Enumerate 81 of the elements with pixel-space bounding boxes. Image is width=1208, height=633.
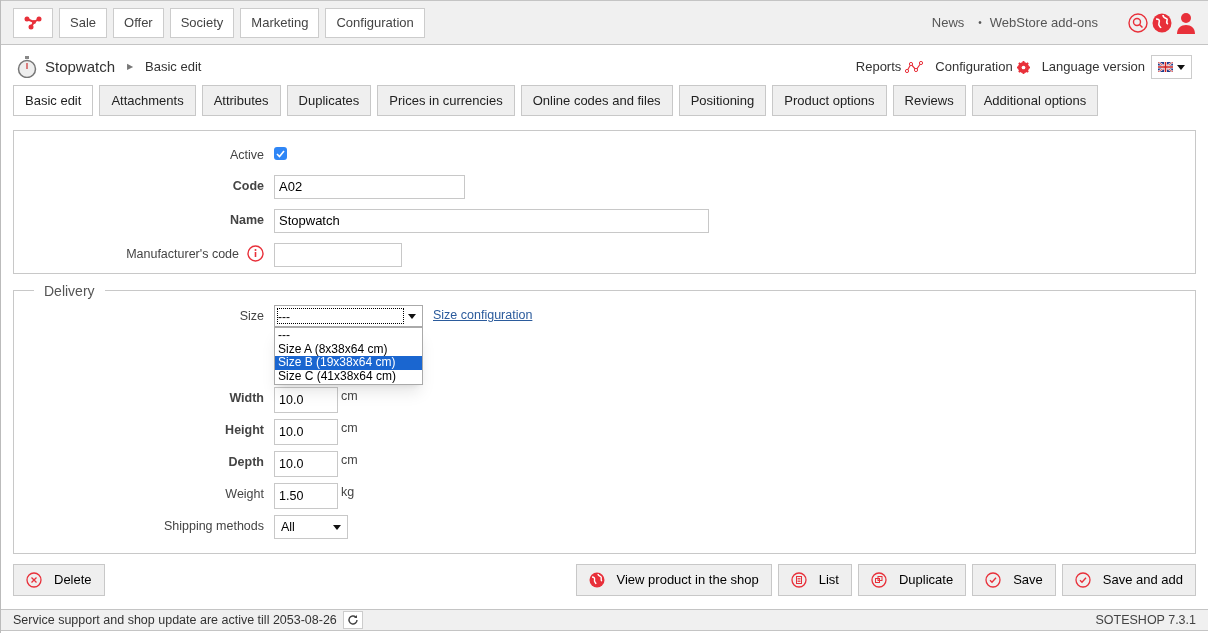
unit-label: cm	[341, 452, 358, 469]
search-icon[interactable]	[1128, 12, 1148, 33]
size-configuration-link[interactable]: Size configuration	[433, 305, 533, 325]
tab[interactable]: Prices in currencies	[377, 85, 515, 116]
gear-icon	[1016, 60, 1030, 74]
field-label: Depth	[228, 454, 264, 471]
copy-circle-icon	[870, 572, 887, 588]
tab[interactable]: Product options	[772, 85, 887, 116]
action-button[interactable]: Save	[972, 564, 1056, 596]
tab[interactable]: Positioning	[678, 85, 767, 116]
user-icon[interactable]	[1176, 11, 1196, 34]
language-select[interactable]	[1151, 55, 1192, 79]
menu-button[interactable]: Marketing	[240, 7, 320, 38]
field-label: Name	[229, 211, 264, 229]
chart-line-icon	[905, 61, 924, 73]
dropdown-option[interactable]: ---	[275, 329, 422, 343]
logo-button[interactable]	[13, 7, 53, 38]
dropdown-option[interactable]: Size C (41x38x64 cm)	[275, 369, 422, 383]
unit-label: cm	[341, 388, 358, 405]
shipping-select[interactable]: All	[274, 515, 348, 539]
field-label: Size	[239, 308, 264, 325]
field-label: Shipping methods	[163, 518, 264, 535]
menu-button[interactable]: Offer	[113, 7, 164, 38]
tab[interactable]: Basic edit	[13, 85, 94, 116]
menu-button[interactable]: Configuration	[325, 7, 425, 38]
close-circle-icon	[26, 572, 42, 588]
field-label: Width	[229, 390, 264, 407]
action-button[interactable]: Delete	[13, 564, 105, 596]
field-label: Code	[232, 177, 264, 195]
logo-icon	[24, 15, 42, 30]
input-field[interactable]: 1.50	[274, 483, 338, 509]
breadcrumb-arrow-icon: ▶	[127, 61, 134, 73]
input-field[interactable]	[274, 242, 402, 267]
caret-icon	[408, 313, 416, 319]
check-circle-icon	[985, 572, 1002, 588]
top-link[interactable]: WebStore add-ons	[989, 12, 1098, 33]
refresh-button[interactable]	[342, 611, 363, 629]
info-icon[interactable]	[247, 244, 264, 262]
checkbox[interactable]	[274, 147, 287, 160]
separator-dot: •	[978, 16, 982, 30]
input-field[interactable]: 10.0	[274, 387, 338, 413]
unit-label: kg	[341, 484, 355, 501]
unit-label: cm	[341, 420, 358, 437]
tab[interactable]: Additional options	[971, 85, 1099, 116]
tab[interactable]: Online codes and files	[520, 85, 673, 116]
tab[interactable]: Attachments	[99, 85, 196, 116]
status-text: Service support and shop update are active till 2053-08-26	[13, 611, 337, 629]
menu-button[interactable]: Society	[169, 7, 235, 38]
page-title: Stopwatch	[45, 56, 116, 77]
language-label: Language version	[1041, 58, 1145, 77]
header-link[interactable]: Configuration	[935, 57, 1030, 77]
menu-button[interactable]: Sale	[59, 7, 108, 38]
document-circle-icon	[790, 572, 807, 588]
caret-icon	[1177, 64, 1185, 70]
dropdown-option[interactable]: Size A (8x38x64 cm)	[275, 342, 422, 356]
action-button[interactable]: Duplicate	[857, 564, 967, 596]
stopwatch-icon	[17, 56, 37, 78]
field-label: Manufacturer's code	[126, 245, 239, 263]
refresh-icon	[346, 614, 359, 626]
tab[interactable]: Reviews	[892, 85, 966, 116]
tab[interactable]: Duplicates	[286, 85, 372, 116]
action-button[interactable]: View product in the shop	[575, 564, 772, 596]
flag-icon	[1158, 62, 1173, 72]
version-text: SOTESHOP 7.3.1	[1095, 611, 1196, 629]
action-button[interactable]: List	[777, 564, 852, 596]
breadcrumb-item: Basic edit	[145, 58, 202, 77]
header-link[interactable]: Reports	[855, 57, 924, 77]
dropdown-option[interactable]: Size B (19x38x64 cm)	[275, 356, 422, 370]
input-field[interactable]: A02	[274, 174, 465, 199]
field-label: Weight	[225, 486, 264, 503]
input-field[interactable]: 10.0	[274, 419, 338, 445]
field-label: Height	[225, 422, 264, 439]
field-label: Active	[229, 147, 264, 164]
tab[interactable]: Attributes	[201, 85, 281, 116]
input-field[interactable]: Stopwatch	[274, 208, 709, 233]
check-circle-icon	[1074, 572, 1091, 588]
top-link[interactable]: News	[931, 12, 965, 33]
action-button[interactable]: Save and add	[1061, 564, 1196, 596]
size-select[interactable]: ---	[274, 305, 423, 327]
caret-icon	[333, 524, 341, 530]
input-field[interactable]: 10.0	[274, 451, 338, 477]
